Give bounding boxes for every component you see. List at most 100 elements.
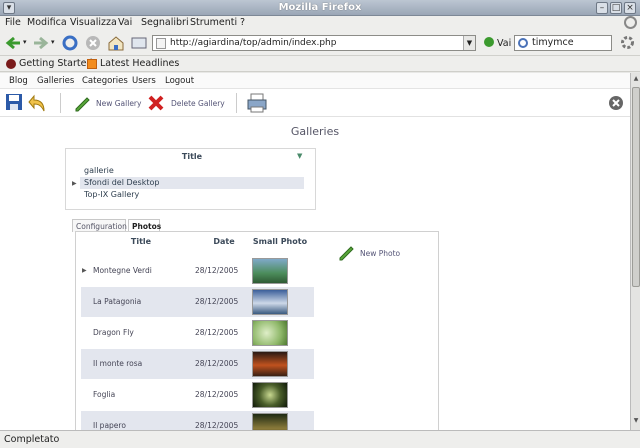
throbber-icon <box>624 16 637 29</box>
status-bar: Completato <box>0 430 640 448</box>
photos-header-small-photo[interactable]: Small Photo <box>252 237 308 249</box>
photo-row[interactable]: Il monte rosa 28/12/2005 <box>81 349 314 379</box>
menu-strumenti[interactable]: Strumenti <box>190 17 237 28</box>
search-box[interactable]: timymce <box>514 35 612 51</box>
sort-dropdown-icon[interactable]: ▼ <box>297 152 302 160</box>
stop-icon[interactable] <box>84 34 102 52</box>
title-bar: ▾ Mozilla Firefox – □ × <box>0 0 640 16</box>
bookmark-getting-started[interactable]: Getting Started <box>19 58 92 69</box>
settings-icon[interactable] <box>620 35 635 50</box>
app-menu-categories[interactable]: Categories <box>82 76 128 86</box>
new-gallery-button[interactable]: New Gallery <box>96 99 141 108</box>
bookmark-latest-headlines[interactable]: Latest Headlines <box>100 58 179 69</box>
photo-thumbnail[interactable] <box>252 289 288 315</box>
photo-date: 28/12/2005 <box>195 266 239 275</box>
photo-title: Foglia <box>93 390 116 399</box>
galleries-header-title[interactable]: Title <box>80 152 304 164</box>
rss-icon <box>87 59 97 69</box>
photo-date: 28/12/2005 <box>195 390 239 399</box>
menu-vai[interactable]: Vai <box>118 17 132 28</box>
menu-file[interactable]: File <box>5 17 21 28</box>
toolbar-separator <box>236 93 237 113</box>
bookmark-page-icon[interactable] <box>130 34 148 52</box>
photo-row[interactable]: Foglia 28/12/2005 <box>81 380 314 410</box>
go-label: Vai <box>497 38 512 49</box>
bookmarks-toolbar: Getting Started Latest Headlines <box>0 56 640 72</box>
photo-thumbnail[interactable] <box>252 382 288 408</box>
firefox-window: ▾ Mozilla Firefox – □ × File Modifica Vi… <box>0 0 640 448</box>
toolbar-separator <box>60 93 61 113</box>
undo-icon[interactable] <box>28 93 48 113</box>
app-menu-blog[interactable]: Blog <box>9 76 28 86</box>
new-photo-button[interactable]: New Photo <box>360 249 400 258</box>
pencil-icon[interactable] <box>73 94 91 112</box>
navigation-toolbar: ▾ ▾ http://agiardina/top/admin/index.php… <box>0 30 640 56</box>
photo-title: Il monte rosa <box>93 359 143 368</box>
photo-row[interactable]: ▶ Montegne Verdi 28/12/2005 <box>81 256 314 286</box>
photo-thumbnail[interactable] <box>252 351 288 377</box>
delete-icon[interactable] <box>147 94 165 112</box>
go-icon <box>484 37 494 47</box>
home-icon[interactable] <box>107 34 125 52</box>
menu-bar: File Modifica Visualizza Vai Segnalibri … <box>0 16 640 30</box>
photos-panel: Title Date Small Photo ▶ Montegne Verdi … <box>75 231 439 430</box>
save-icon[interactable] <box>5 93 23 111</box>
scrollbar-thumb[interactable] <box>632 87 640 287</box>
search-input[interactable]: timymce <box>532 37 574 48</box>
selected-row-arrow-icon: ▶ <box>82 267 87 274</box>
getting-started-icon <box>6 59 16 69</box>
close-icon[interactable] <box>608 95 624 111</box>
url-dropdown-icon[interactable]: ▼ <box>463 36 475 50</box>
search-engine-icon[interactable] <box>518 38 528 48</box>
menu-visualizza[interactable]: Visualizza <box>70 17 117 28</box>
app-menu-users[interactable]: Users <box>132 76 156 86</box>
photo-title: Montegne Verdi <box>93 266 152 275</box>
page-title: Galleries <box>290 125 340 138</box>
photos-header-title[interactable]: Title <box>116 237 166 249</box>
gallery-row-selected[interactable]: Sfondi del Desktop <box>80 177 304 189</box>
page-icon <box>156 38 166 49</box>
forward-icon[interactable] <box>32 34 50 52</box>
back-dropdown-icon[interactable]: ▾ <box>23 38 27 46</box>
menu-help[interactable]: ? <box>240 17 245 28</box>
app-menu-logout[interactable]: Logout <box>165 76 194 86</box>
scroll-up-icon[interactable]: ▲ <box>632 75 640 85</box>
photo-thumbnail[interactable] <box>252 258 288 284</box>
photo-date: 28/12/2005 <box>195 421 239 430</box>
url-input[interactable]: http://agiardina/top/admin/index.php <box>170 38 336 48</box>
photo-title: Dragon Fly <box>93 328 134 337</box>
vertical-scrollbar[interactable]: ▲ ▼ <box>630 73 640 430</box>
close-window-icon[interactable]: × <box>624 2 636 14</box>
back-icon[interactable] <box>4 34 22 52</box>
go-button[interactable]: Vai <box>484 37 511 49</box>
photo-date: 28/12/2005 <box>195 359 239 368</box>
photo-date: 28/12/2005 <box>195 328 239 337</box>
delete-gallery-button[interactable]: Delete Gallery <box>171 99 225 108</box>
window-title: Mozilla Firefox <box>278 2 362 13</box>
page-content: Blog Galleries Categories Users Logout N… <box>0 73 630 430</box>
url-bar[interactable]: http://agiardina/top/admin/index.php ▼ <box>152 35 476 51</box>
photos-header-date[interactable]: Date <box>204 237 244 249</box>
app-menu-galleries[interactable]: Galleries <box>37 76 74 86</box>
galleries-list: Title ▼ gallerie Sfondi del Desktop ▶ To… <box>65 148 316 210</box>
gallery-row[interactable]: gallerie <box>80 165 304 177</box>
maximize-icon[interactable]: □ <box>610 2 622 14</box>
reload-icon[interactable] <box>61 34 79 52</box>
forward-dropdown-icon[interactable]: ▾ <box>51 38 55 46</box>
photo-date: 28/12/2005 <box>195 297 239 306</box>
photo-thumbnail[interactable] <box>252 413 288 430</box>
print-icon[interactable] <box>246 92 268 114</box>
photo-row[interactable]: Dragon Fly 28/12/2005 <box>81 318 314 348</box>
pencil-icon[interactable] <box>337 243 355 261</box>
status-text: Completato <box>4 434 60 445</box>
menu-segnalibri[interactable]: Segnalibri <box>141 17 189 28</box>
menu-modifica[interactable]: Modifica <box>27 17 67 28</box>
photo-row[interactable]: Il papero 28/12/2005 <box>81 411 314 430</box>
minimize-icon[interactable]: – <box>596 2 608 14</box>
scroll-down-icon[interactable]: ▼ <box>632 417 640 427</box>
photo-title: La Patagonia <box>93 297 142 306</box>
photo-row[interactable]: La Patagonia 28/12/2005 <box>81 287 314 317</box>
gallery-row[interactable]: Top-IX Gallery <box>80 189 304 201</box>
photo-thumbnail[interactable] <box>252 320 288 346</box>
app-toolbar: New Gallery Delete Gallery <box>0 89 630 117</box>
